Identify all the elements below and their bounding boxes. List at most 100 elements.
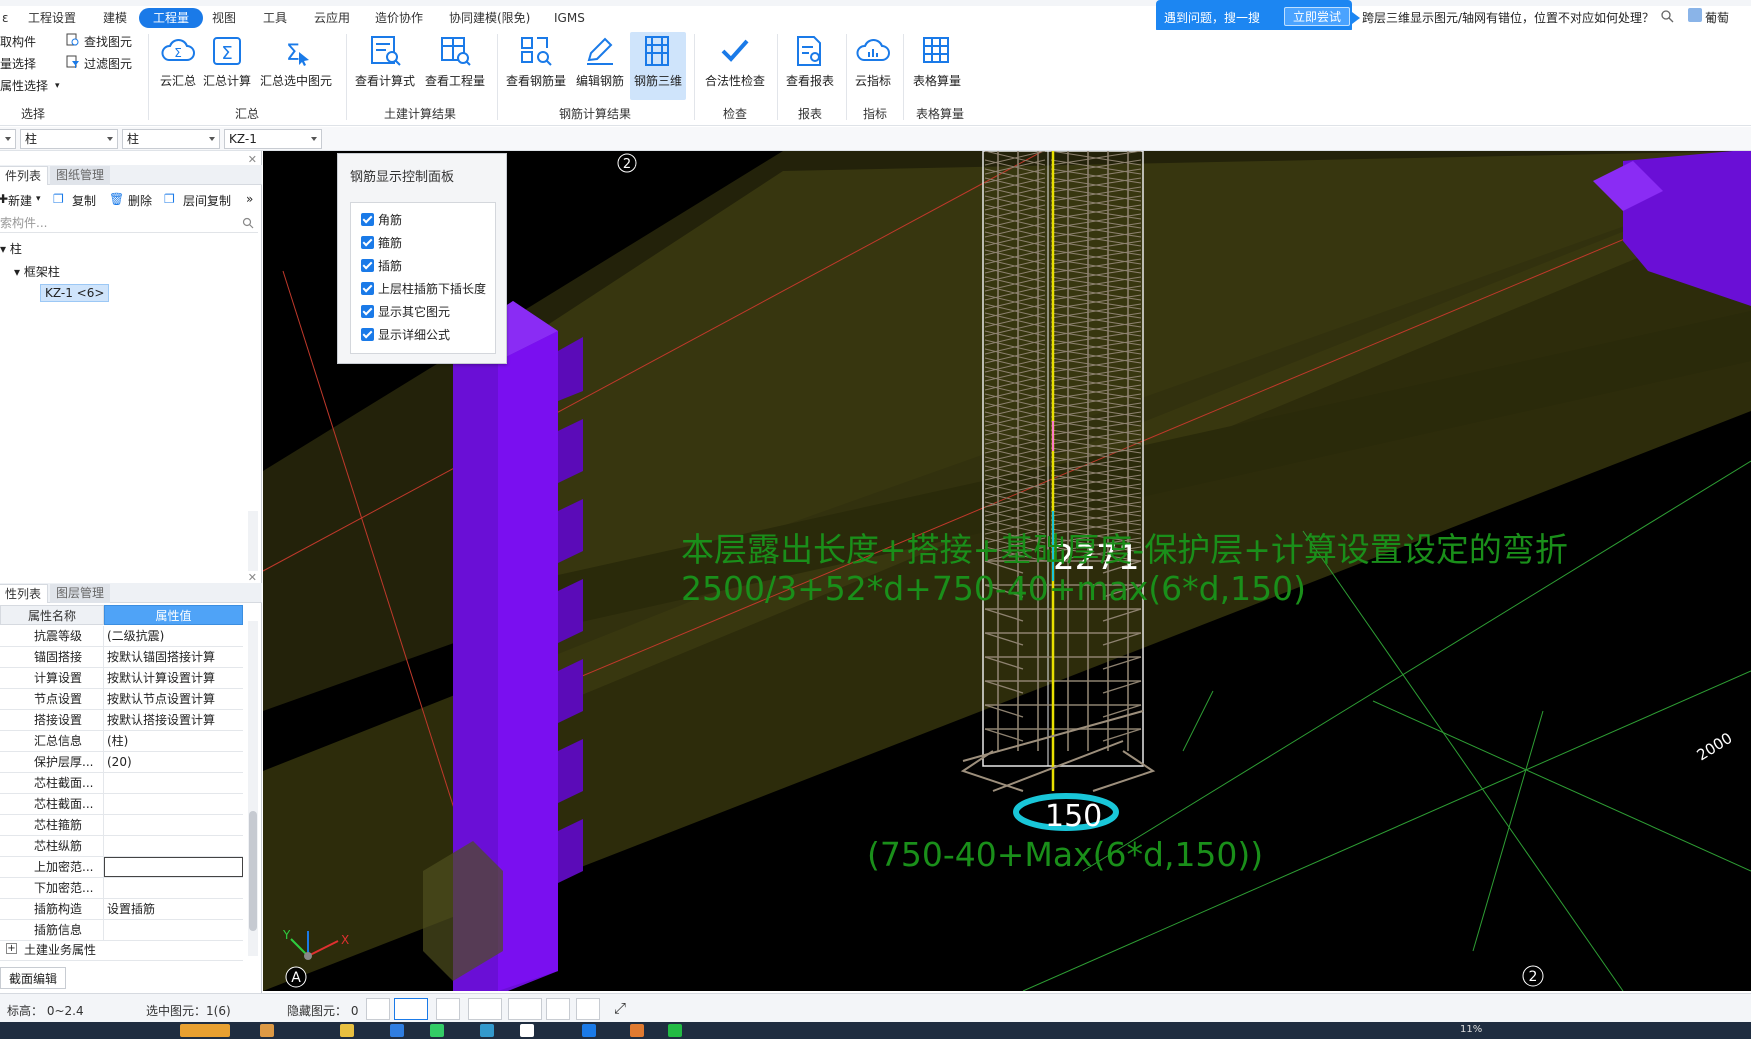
- taskbar-app-icon[interactable]: [520, 1024, 534, 1037]
- component-type-combo[interactable]: 柱: [20, 129, 118, 149]
- find-element-button[interactable]: 查找图元: [84, 32, 132, 52]
- cloud-index-button[interactable]: 云指标: [850, 32, 896, 96]
- search-icon[interactable]: [1660, 9, 1674, 23]
- view-quantity-button[interactable]: 查看工程量: [422, 32, 488, 96]
- delete-icon[interactable]: 🗑: [109, 192, 124, 206]
- arc-snap-icon[interactable]: [576, 998, 600, 1020]
- property-row[interactable]: 保护层厚... (20): [0, 752, 243, 773]
- edit-rebar-button[interactable]: 编辑钢筋: [572, 32, 628, 96]
- property-value[interactable]: 按默认锚固搭接计算: [104, 647, 243, 667]
- expand-icon[interactable]: +: [6, 943, 17, 954]
- property-value[interactable]: [104, 857, 243, 877]
- floor-copy-icon[interactable]: ❐: [164, 192, 175, 206]
- property-value[interactable]: 设置插筋: [104, 899, 243, 919]
- checkbox-checked-icon[interactable]: [361, 259, 374, 272]
- component-scrollbar[interactable]: [248, 511, 258, 571]
- cross-select-icon[interactable]: [436, 998, 460, 1020]
- component-name-combo[interactable]: KZ-1: [224, 129, 322, 149]
- sum-calc-button[interactable]: Σ 汇总计算: [202, 32, 252, 96]
- property-row[interactable]: 搭接设置 按默认搭接设置计算: [0, 710, 243, 731]
- help-query-text[interactable]: 跨层三维显示图元/轴网有错位，位置不对应如何处理？: [1362, 9, 1654, 26]
- tab-property-list[interactable]: 性列表: [0, 584, 49, 603]
- filter-element-button[interactable]: 过滤图元: [84, 54, 132, 74]
- new-button[interactable]: 新建: [8, 192, 32, 209]
- property-value[interactable]: (20): [104, 752, 243, 772]
- property-value[interactable]: 按默认搭接设置计算: [104, 710, 243, 730]
- menu-item-cloud-apps[interactable]: 云应用: [308, 8, 356, 28]
- property-scroll-thumb[interactable]: [249, 811, 257, 931]
- option-corner-rebar[interactable]: 角筋: [361, 211, 402, 229]
- delete-button[interactable]: 删除: [128, 192, 152, 209]
- component-search-input[interactable]: 索构件...: [0, 213, 258, 233]
- floor-combo[interactable]: [0, 129, 16, 149]
- checkbox-checked-icon[interactable]: [361, 236, 374, 249]
- property-value[interactable]: [104, 878, 243, 898]
- more-icon[interactable]: »: [246, 192, 253, 206]
- menu-item-view[interactable]: 视图: [206, 8, 242, 28]
- rebar-3d-button[interactable]: 钢筋三维: [630, 32, 686, 100]
- menu-item-partial[interactable]: ε: [0, 8, 15, 28]
- property-row[interactable]: 芯柱纵筋: [0, 836, 243, 857]
- copy-button[interactable]: 复制: [72, 192, 96, 209]
- batch-select-button[interactable]: 量选择: [0, 54, 36, 74]
- taskbar-folder-icon[interactable]: [340, 1024, 354, 1037]
- tab-drawing-manager[interactable]: 图纸管理: [50, 166, 111, 185]
- property-row[interactable]: 汇总信息 (柱): [0, 731, 243, 752]
- property-scrollbar[interactable]: [248, 621, 258, 956]
- sum-selected-button[interactable]: Σ 汇总选中图元: [258, 32, 334, 96]
- user-name[interactable]: 葡萄: [1705, 9, 1729, 26]
- orthogonal-toggle-icon[interactable]: [366, 998, 390, 1020]
- menu-item-collab-modeling[interactable]: 协同建模(限免): [443, 8, 536, 28]
- property-select-dropdown-icon[interactable]: ▾: [55, 76, 60, 96]
- taskbar-app-icon[interactable]: [582, 1024, 596, 1037]
- taskbar-app-icon[interactable]: [668, 1024, 682, 1037]
- taskbar-app-icon[interactable]: [630, 1024, 644, 1037]
- tree-node-kz1[interactable]: KZ-1 <6>: [40, 284, 110, 302]
- option-show-detail-formula[interactable]: 显示详细公式: [361, 326, 450, 344]
- property-row[interactable]: 节点设置 按默认节点设置计算: [0, 689, 243, 710]
- table-quantity-button[interactable]: 表格算量: [908, 32, 966, 96]
- new-dropdown-icon[interactable]: ▾: [36, 194, 41, 204]
- menu-item-igms[interactable]: IGMS: [548, 8, 591, 28]
- property-value[interactable]: [104, 773, 243, 793]
- option-dowel[interactable]: 插筋: [361, 257, 402, 275]
- property-select-button[interactable]: 属性选择: [0, 76, 48, 96]
- menu-item-cost-collab[interactable]: 造价协作: [369, 8, 429, 28]
- property-value[interactable]: [104, 836, 243, 856]
- checkbox-checked-icon[interactable]: [361, 213, 374, 226]
- component-subtype-combo[interactable]: 柱: [122, 129, 220, 149]
- angle-snap-icon[interactable]: [468, 998, 502, 1020]
- property-row[interactable]: 芯柱箍筋: [0, 815, 243, 836]
- validity-check-button[interactable]: 合法性检查: [700, 32, 770, 96]
- tree-node-frame-column[interactable]: ▾ 框架柱: [14, 263, 60, 280]
- dimension-snap-icon[interactable]: [508, 998, 542, 1020]
- cloud-sum-button[interactable]: Σ 云汇总: [154, 32, 202, 96]
- menu-item-project-settings[interactable]: 工程设置: [22, 8, 82, 28]
- tab-layer-manager[interactable]: 图层管理: [50, 584, 111, 603]
- section-edit-tab[interactable]: 截面编辑: [0, 967, 67, 989]
- checkbox-checked-icon[interactable]: [361, 305, 374, 318]
- property-value[interactable]: [104, 794, 243, 814]
- property-value[interactable]: 按默认节点设置计算: [104, 689, 243, 709]
- view-report-button[interactable]: 查看报表: [781, 32, 839, 96]
- view-formula-button[interactable]: 查看计算式: [352, 32, 418, 96]
- try-now-button[interactable]: 立即尝试: [1284, 7, 1351, 26]
- tab-component-list[interactable]: 件列表: [0, 166, 49, 185]
- option-upper-dowel-length[interactable]: 上层柱插筋下插长度: [361, 280, 486, 298]
- snap-toggle-icon[interactable]: [394, 998, 428, 1020]
- option-show-other-elements[interactable]: 显示其它图元: [361, 303, 450, 321]
- property-row[interactable]: 计算设置 按默认计算设置计算: [0, 668, 243, 689]
- copy-icon[interactable]: ❐: [53, 192, 64, 206]
- fullscreen-icon[interactable]: ⤢: [614, 999, 626, 1017]
- option-stirrup[interactable]: 箍筋: [361, 234, 402, 252]
- property-row[interactable]: 插筋构造 设置插筋: [0, 899, 243, 920]
- property-row[interactable]: 芯柱截面...: [0, 794, 243, 815]
- taskbar-browser-icon[interactable]: [480, 1024, 494, 1037]
- close-icon[interactable]: ✕: [248, 571, 257, 584]
- property-row[interactable]: 芯柱截面...: [0, 773, 243, 794]
- property-value[interactable]: (柱): [104, 731, 243, 751]
- taskbar-app-icon[interactable]: [390, 1024, 404, 1037]
- close-icon[interactable]: ✕: [248, 153, 257, 166]
- property-row[interactable]: 上加密范...: [0, 857, 243, 878]
- pick-component-button[interactable]: 取构件: [0, 32, 36, 52]
